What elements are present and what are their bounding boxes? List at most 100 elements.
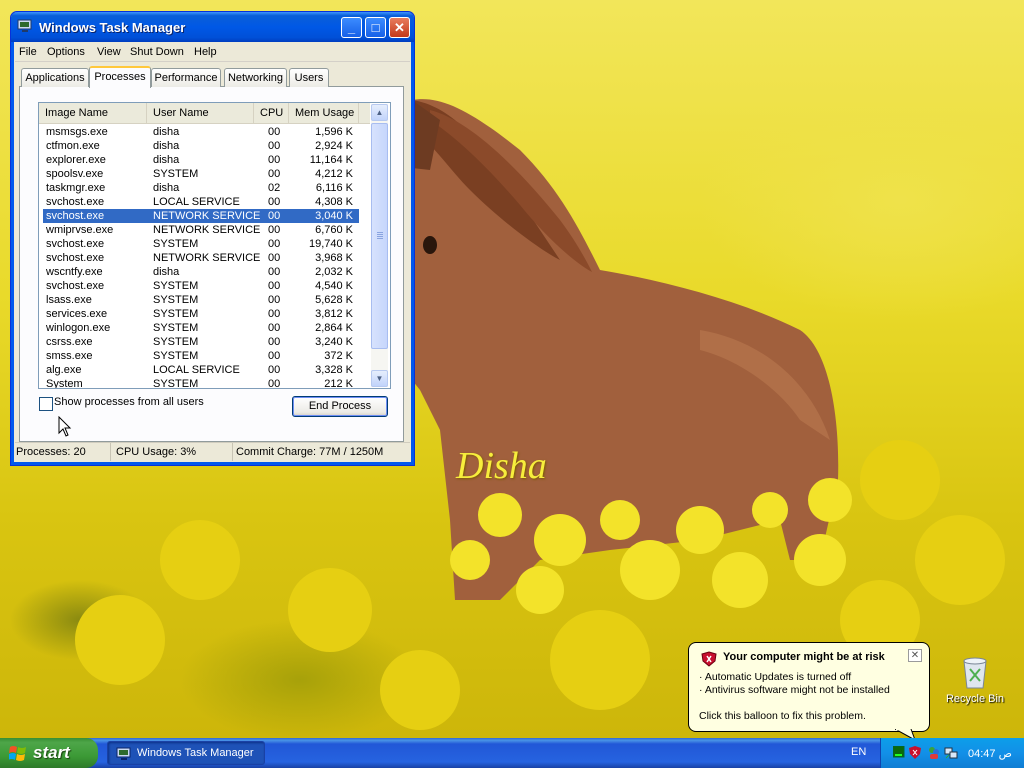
process-mem-usage: 3,968 K — [315, 252, 353, 264]
process-row[interactable]: svchost.exe NETWORK SERVICE 00 3,040 K — [43, 209, 359, 223]
scroll-down-button[interactable]: ▼ — [371, 370, 388, 387]
process-row[interactable]: explorer.exe disha 00 11,164 K — [43, 153, 359, 167]
process-image-name: svchost.exe — [46, 238, 105, 250]
process-mem-usage: 5,628 K — [315, 294, 353, 306]
process-image-name: services.exe — [46, 308, 108, 320]
taskbar-button-label: Windows Task Manager — [137, 747, 254, 759]
task-manager-icon — [116, 747, 131, 760]
status-commit-charge: Commit Charge: 77M / 1250M — [236, 446, 384, 458]
scroll-up-button[interactable]: ▲ — [371, 104, 388, 121]
maximize-button[interactable]: □ — [365, 17, 386, 38]
language-indicator[interactable]: EN — [851, 746, 866, 758]
process-mem-usage: 2,924 K — [315, 140, 353, 152]
process-cpu: 00 — [268, 294, 281, 306]
security-shield-icon[interactable] — [909, 746, 921, 760]
tab-networking[interactable]: Networking — [224, 68, 287, 87]
security-shield-icon — [701, 651, 717, 667]
process-row[interactable]: spoolsv.exe SYSTEM 00 4,212 K — [43, 167, 359, 181]
messenger-icon[interactable] — [927, 746, 941, 760]
menu-shut-down[interactable]: Shut Down — [130, 46, 184, 58]
process-row[interactable]: System SYSTEM 00 212 K — [43, 377, 359, 389]
close-button[interactable]: ✕ — [389, 17, 410, 38]
security-balloon[interactable]: Your computer might be at risk ✕ · Autom… — [688, 642, 930, 732]
cpu-meter-icon[interactable] — [893, 746, 905, 758]
start-button[interactable]: start — [0, 738, 98, 768]
menu-options[interactable]: Options — [47, 46, 85, 58]
menu-help[interactable]: Help — [194, 46, 217, 58]
recycle-bin-label: Recycle Bin — [945, 693, 1005, 705]
minimize-button[interactable]: _ — [341, 17, 362, 38]
process-row[interactable]: winlogon.exe SYSTEM 00 2,864 K — [43, 321, 359, 335]
recycle-bin-icon[interactable]: Recycle Bin — [940, 655, 1010, 705]
checkbox-box[interactable] — [39, 397, 53, 411]
balloon-close-button[interactable]: ✕ — [908, 649, 922, 662]
start-label: start — [33, 743, 70, 762]
title-bar[interactable]: Windows Task Manager _ □ ✕ — [11, 12, 414, 42]
process-user-name: SYSTEM — [153, 308, 199, 320]
process-cpu: 00 — [268, 154, 281, 166]
network-icon[interactable] — [944, 746, 958, 760]
status-processes: Processes: 20 — [15, 443, 111, 461]
process-row[interactable]: wscntfy.exe disha 00 2,032 K — [43, 265, 359, 279]
process-cpu: 00 — [268, 224, 281, 236]
process-row[interactable]: lsass.exe SYSTEM 00 5,628 K — [43, 293, 359, 307]
trash-icon — [960, 655, 990, 689]
process-row[interactable]: svchost.exe SYSTEM 00 4,540 K — [43, 279, 359, 293]
process-cpu: 00 — [268, 126, 281, 138]
process-row[interactable]: svchost.exe SYSTEM 00 19,740 K — [43, 237, 359, 251]
process-user-name: LOCAL SERVICE — [153, 196, 240, 208]
balloon-line-updates: · Automatic Updates is turned off — [699, 671, 852, 683]
tab-applications[interactable]: Applications — [21, 68, 89, 87]
process-image-name: System — [46, 378, 83, 389]
balloon-line-fix: Click this balloon to fix this problem. — [699, 710, 866, 722]
process-user-name: disha — [153, 182, 180, 194]
process-row[interactable]: svchost.exe NETWORK SERVICE 00 3,968 K — [43, 251, 359, 265]
menu-view[interactable]: View — [97, 46, 121, 58]
column-user-name[interactable]: User Name — [147, 103, 254, 123]
process-image-name: explorer.exe — [46, 154, 106, 166]
process-row[interactable]: services.exe SYSTEM 00 3,812 K — [43, 307, 359, 321]
process-image-name: wmiprvse.exe — [46, 224, 114, 236]
column-mem-usage[interactable]: Mem Usage — [289, 103, 359, 123]
process-image-name: taskmgr.exe — [46, 182, 106, 194]
process-mem-usage: 6,760 K — [315, 224, 353, 236]
process-user-name: disha — [153, 154, 180, 166]
tab-processes[interactable]: Processes — [89, 66, 151, 88]
column-cpu[interactable]: CPU — [254, 103, 289, 123]
process-row[interactable]: wmiprvse.exe NETWORK SERVICE 00 6,760 K — [43, 223, 359, 237]
process-user-name: SYSTEM — [153, 238, 199, 250]
column-image-name[interactable]: Image Name — [39, 103, 147, 123]
end-process-button[interactable]: End Process — [292, 396, 388, 417]
process-image-name: svchost.exe — [46, 252, 105, 264]
process-row[interactable]: ctfmon.exe disha 00 2,924 K — [43, 139, 359, 153]
process-list[interactable]: Image Name User Name CPU Mem Usage msmsg… — [38, 102, 391, 389]
scrollbar[interactable]: ▲ ▼ — [371, 104, 388, 387]
process-mem-usage: 4,212 K — [315, 168, 353, 180]
process-user-name: disha — [153, 126, 180, 138]
process-user-name: SYSTEM — [153, 378, 199, 389]
window-title: Windows Task Manager — [39, 20, 186, 35]
menu-file[interactable]: File — [19, 46, 37, 58]
tab-users[interactable]: Users — [289, 68, 329, 87]
wallpaper-caption: Disha — [456, 445, 547, 487]
process-mem-usage: 1,596 K — [315, 126, 353, 138]
clock[interactable]: 04:47 ص — [968, 747, 1012, 760]
process-row[interactable]: smss.exe SYSTEM 00 372 K — [43, 349, 359, 363]
process-row[interactable]: csrss.exe SYSTEM 00 3,240 K — [43, 335, 359, 349]
process-user-name: SYSTEM — [153, 280, 199, 292]
process-cpu: 00 — [268, 350, 281, 362]
process-image-name: msmsgs.exe — [46, 126, 108, 138]
process-row[interactable]: svchost.exe LOCAL SERVICE 00 4,308 K — [43, 195, 359, 209]
process-image-name: wscntfy.exe — [46, 266, 103, 278]
task-manager-icon — [17, 19, 32, 32]
process-row[interactable]: alg.exe LOCAL SERVICE 00 3,328 K — [43, 363, 359, 377]
tab-performance[interactable]: Performance — [151, 68, 221, 87]
process-row[interactable]: msmsgs.exe disha 00 1,596 K — [43, 125, 359, 139]
process-image-name: svchost.exe — [46, 196, 105, 208]
scrollbar-thumb[interactable] — [371, 123, 388, 349]
process-cpu: 00 — [268, 322, 281, 334]
process-user-name: SYSTEM — [153, 322, 199, 334]
taskbar-button-task-manager[interactable]: Windows Task Manager — [107, 741, 265, 765]
process-cpu: 00 — [268, 308, 281, 320]
process-row[interactable]: taskmgr.exe disha 02 6,116 K — [43, 181, 359, 195]
